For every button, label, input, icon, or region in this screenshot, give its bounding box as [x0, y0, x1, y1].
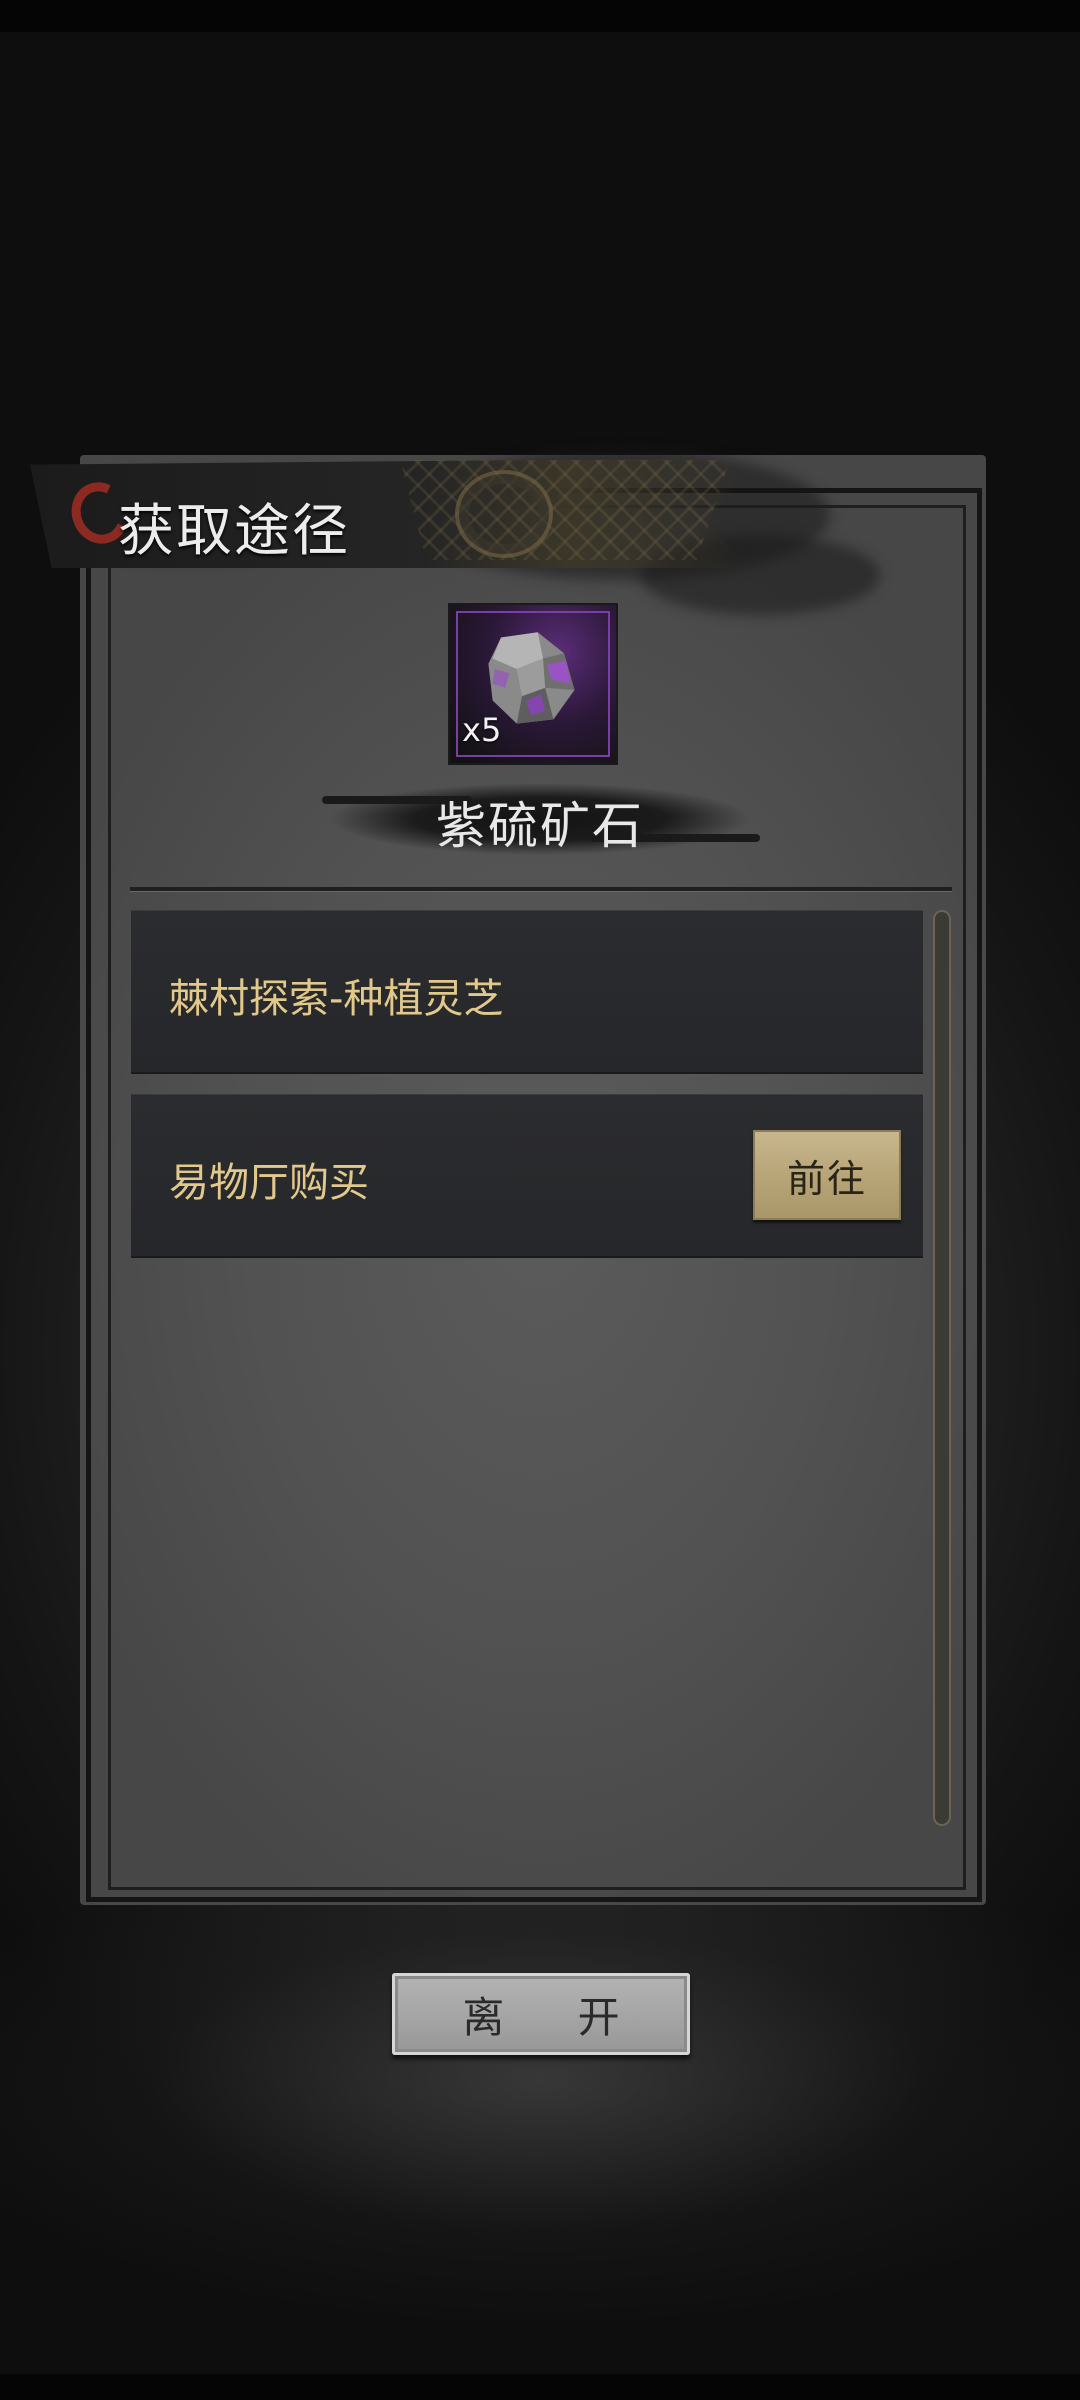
flower-ornament-icon: [455, 470, 553, 558]
scrollbar[interactable]: [933, 910, 951, 1826]
header-pattern: [400, 460, 730, 560]
source-label: 易物厅购买: [169, 1160, 369, 1206]
item-quantity: x5: [462, 711, 502, 749]
source-label: 棘村探索-种植灵芝: [169, 976, 504, 1022]
source-item-shop[interactable]: 易物厅购买 前往: [131, 1094, 923, 1256]
leave-button[interactable]: 离 开: [392, 1973, 690, 2055]
item-name: 紫硫矿石: [436, 797, 644, 855]
status-bar: [0, 0, 1080, 32]
go-button[interactable]: 前往: [753, 1130, 901, 1220]
item-slot[interactable]: x5: [448, 603, 618, 765]
navigation-bar: [0, 2374, 1080, 2400]
divider: [130, 887, 952, 892]
panel-title: 获取途径: [118, 499, 350, 564]
source-item-explore[interactable]: 棘村探索-种植灵芝: [131, 910, 923, 1072]
screen: 获取途径 x5 紫硫矿石 棘村探索-种植灵芝 易物厅购买 前往 离 开: [0, 0, 1080, 2400]
background-fog: [0, 1850, 1080, 2400]
source-list: 棘村探索-种植灵芝 易物厅购买 前往: [131, 910, 923, 1278]
